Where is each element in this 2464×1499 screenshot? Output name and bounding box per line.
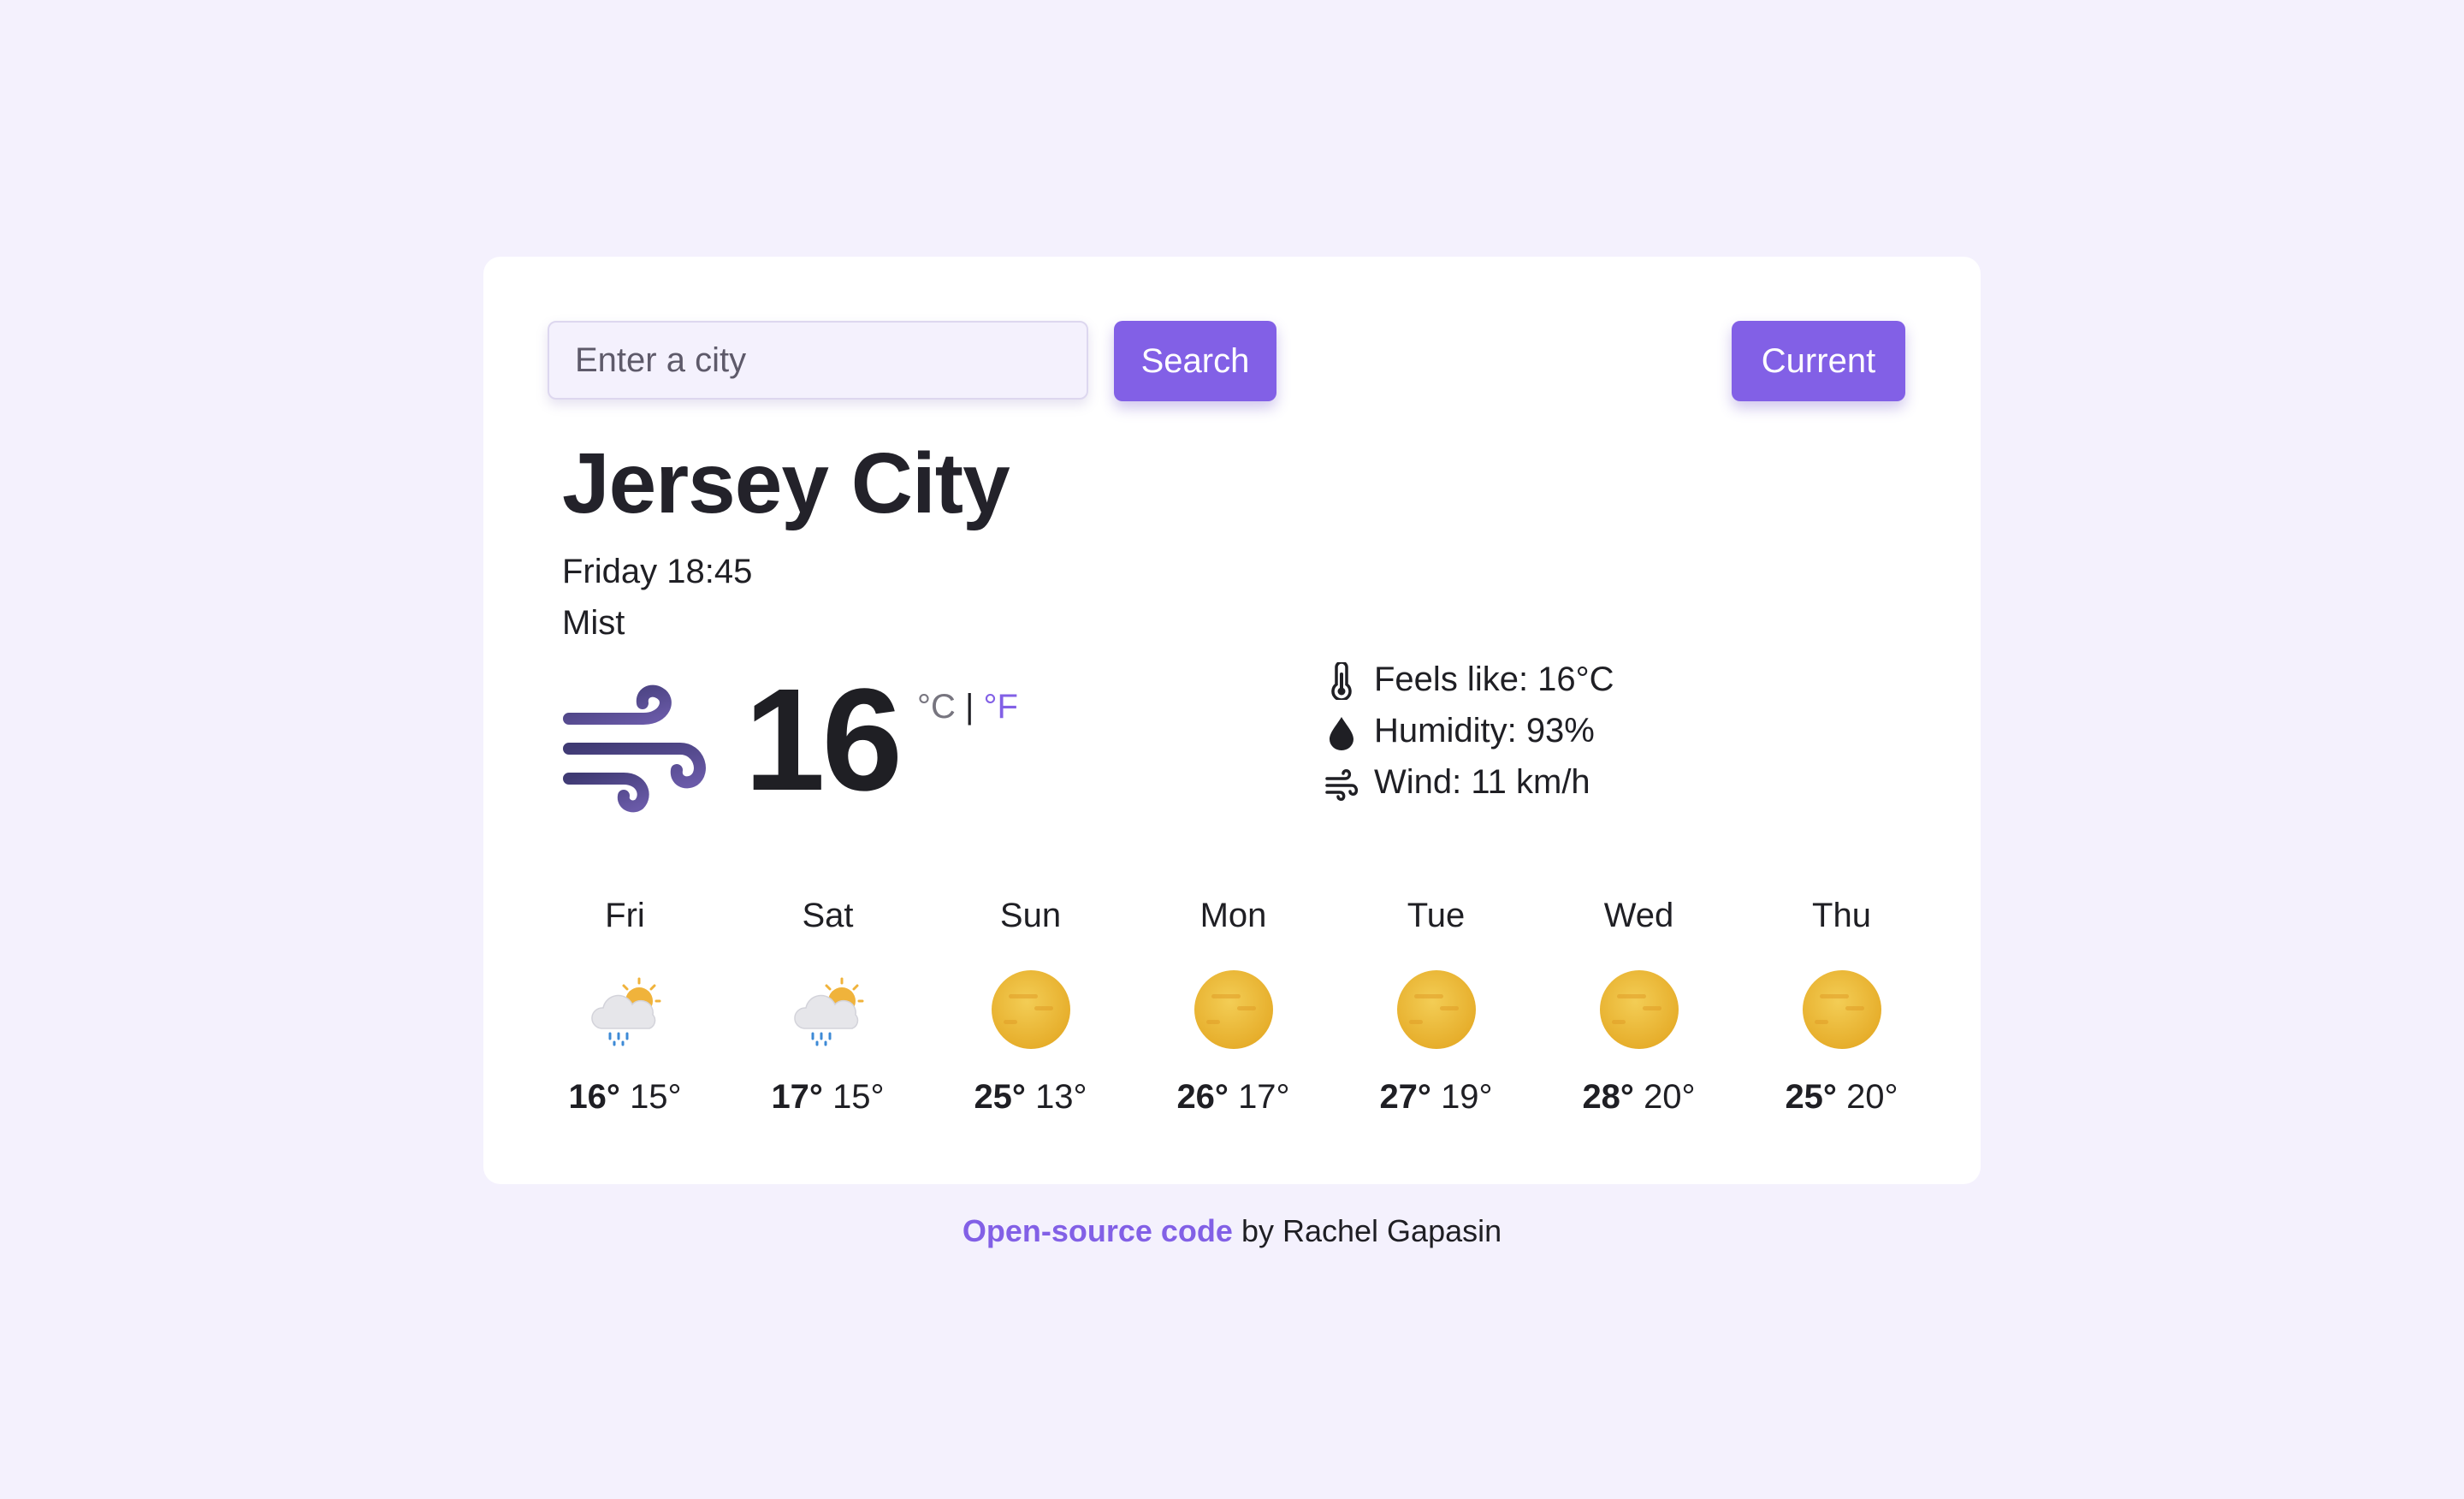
forecast-day: Wed 28° 20° xyxy=(1537,890,1740,1117)
haze-sun-icon xyxy=(1194,970,1273,1049)
forecast-min-temp: 17° xyxy=(1238,1078,1290,1116)
forecast-temps: 27° 19° xyxy=(1335,1078,1537,1117)
unit-separator: | xyxy=(965,688,974,726)
forecast-day: Thu 25° 20° xyxy=(1740,890,1943,1117)
forecast-day-name: Fri xyxy=(605,897,645,934)
forecast-day-name: Thu xyxy=(1812,897,1871,934)
forecast-min-temp: 13° xyxy=(1035,1078,1087,1116)
thermometer-icon xyxy=(1331,662,1352,700)
weather-card: Search Current Jersey City Friday 18:45 … xyxy=(483,257,1981,1184)
forecast-day-name: Sun xyxy=(999,897,1062,934)
forecast-day: Sun 25° 13° xyxy=(929,890,1132,1117)
water-drop-icon xyxy=(1330,717,1353,750)
forecast-min-temp: 20° xyxy=(1644,1078,1696,1116)
forecast-day: Sat 17° 15° xyxy=(726,890,929,1117)
forecast-temps: 26° 17° xyxy=(1132,1078,1335,1117)
forecast-max-temp: 27° xyxy=(1379,1078,1431,1116)
unit-toggle: °C | °F xyxy=(917,688,1018,726)
footer: Open-source code by Rachel Gapasin xyxy=(0,1213,2464,1249)
haze-sun-icon xyxy=(1802,970,1881,1049)
forecast-temps: 16° 15° xyxy=(524,1078,726,1117)
forecast-max-temp: 28° xyxy=(1582,1078,1634,1116)
forecast-day-name: Mon xyxy=(1199,897,1267,934)
forecast-max-temp: 26° xyxy=(1176,1078,1229,1116)
forecast-day: Tue 27° 19° xyxy=(1335,890,1537,1117)
forecast-day-name: Wed xyxy=(1603,897,1674,934)
forecast-max-temp: 17° xyxy=(771,1078,823,1116)
haze-sun-icon xyxy=(1599,970,1679,1049)
haze-sun-icon xyxy=(1396,970,1476,1049)
forecast-day: Fri 16° 15° xyxy=(524,890,726,1117)
forecast-temps: 28° 20° xyxy=(1537,1078,1740,1117)
sun-cloud-rain-icon xyxy=(793,977,863,1046)
forecast-min-temp: 19° xyxy=(1441,1078,1493,1116)
forecast-max-temp: 25° xyxy=(1785,1078,1837,1116)
wind-text: Wind: 11 km/h xyxy=(1374,763,1590,801)
open-source-link[interactable]: Open-source code xyxy=(962,1213,1233,1248)
city-search-input[interactable] xyxy=(548,321,1088,400)
city-name: Jersey City xyxy=(562,435,1010,531)
wind-icon xyxy=(563,684,706,813)
current-temperature: 16 xyxy=(744,659,903,821)
humidity-text: Humidity: 93% xyxy=(1374,712,1595,750)
celsius-unit[interactable]: °C xyxy=(917,688,956,726)
weather-condition: Mist xyxy=(562,604,625,642)
forecast-min-temp: 20° xyxy=(1846,1078,1898,1116)
forecast-day-name: Sat xyxy=(802,897,854,934)
forecast-max-temp: 25° xyxy=(974,1078,1026,1116)
haze-sun-icon xyxy=(991,970,1070,1049)
forecast-temps: 25° 13° xyxy=(929,1078,1132,1117)
forecast: Fri 16° 15° Sat 17° 15° Sun 25° 13° Mon … xyxy=(524,890,1944,1129)
search-button[interactable]: Search xyxy=(1114,321,1276,401)
forecast-day-name: Tue xyxy=(1407,897,1466,934)
date-time: Friday 18:45 xyxy=(562,553,753,590)
footer-author: by Rachel Gapasin xyxy=(1241,1213,1502,1248)
sun-cloud-rain-icon xyxy=(590,977,660,1046)
forecast-day: Mon 26° 17° xyxy=(1132,890,1335,1117)
forecast-min-temp: 15° xyxy=(630,1078,682,1116)
feels-like-text: Feels like: 16°C xyxy=(1374,661,1614,698)
forecast-min-temp: 15° xyxy=(832,1078,885,1116)
forecast-temps: 17° 15° xyxy=(726,1078,929,1117)
forecast-max-temp: 16° xyxy=(568,1078,620,1116)
current-location-button[interactable]: Current xyxy=(1732,321,1905,401)
wind-icon xyxy=(1325,769,1359,801)
forecast-temps: 25° 20° xyxy=(1740,1078,1943,1117)
fahrenheit-link[interactable]: °F xyxy=(984,688,1018,726)
